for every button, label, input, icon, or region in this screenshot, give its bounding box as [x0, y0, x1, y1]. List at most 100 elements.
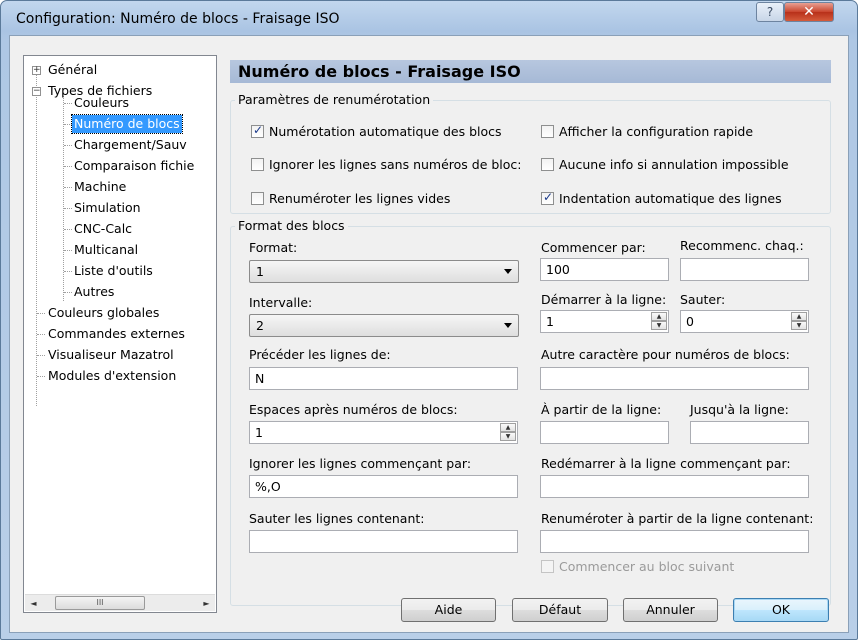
spaces-after-value: 1 [255, 425, 263, 440]
spin-down-icon[interactable]: ▼ [791, 321, 807, 330]
close-button[interactable]: ✕ [784, 2, 834, 22]
spin-down-icon[interactable]: ▼ [500, 432, 516, 441]
tree-item-machine[interactable]: Machine [74, 178, 126, 196]
restart-starting-input[interactable] [540, 475, 809, 498]
tree-item-modules-extension[interactable]: Modules d'extension [48, 367, 176, 385]
tree-item-liste-outils[interactable]: Liste d'outils [74, 262, 153, 280]
renumber-containing-input[interactable] [540, 530, 809, 553]
checkbox-box[interactable] [541, 157, 554, 171]
start-line-label: Démarrer à la ligne: [541, 292, 667, 307]
skip-containing-label: Sauter les lignes contenant: [249, 511, 425, 526]
default-button[interactable]: Défaut [512, 598, 608, 622]
cancel-button[interactable]: Annuler [623, 598, 718, 622]
interval-selected-value: 2 [256, 318, 264, 333]
scroll-left-icon[interactable]: ◄ [25, 595, 42, 612]
tree-horizontal-scrollbar[interactable]: ◄ III ► [25, 594, 215, 611]
ignore-no-numbers-checkbox[interactable]: Ignorer les lignes sans numéros de bloc: [251, 156, 522, 172]
checkbox-box[interactable] [251, 123, 264, 138]
window-title: Configuration: Numéro de blocs - Fraisag… [16, 11, 340, 27]
tree-item-general[interactable]: Général [48, 61, 97, 79]
start-line-value: 1 [546, 314, 554, 329]
tree-item-autres[interactable]: Autres [74, 283, 114, 301]
tree-connector [64, 124, 72, 125]
expand-icon[interactable]: + [32, 66, 41, 75]
skip-stepper[interactable]: 0 ▲ ▼ [680, 310, 809, 333]
scroll-right-icon[interactable]: ► [198, 595, 215, 612]
tree-item-visualiseur-mazatrol[interactable]: Visualiseur Mazatrol [48, 346, 174, 364]
tree-connector [37, 376, 45, 377]
other-char-label: Autre caractère pour numéros de blocs: [541, 347, 790, 362]
start-next-block-checkbox[interactable]: Commencer au bloc suivant [541, 558, 734, 574]
other-char-input[interactable] [540, 367, 809, 390]
tree-connector [64, 145, 72, 146]
auto-numbering-checkbox[interactable]: Numérotation automatique des blocs [251, 123, 502, 139]
skip-spin[interactable]: ▲ ▼ [791, 312, 807, 331]
spin-up-icon[interactable]: ▲ [651, 312, 667, 321]
from-line-input[interactable] [540, 421, 669, 444]
dialog-client-area: + Général − Types de fichiers Couleurs N… [9, 35, 849, 633]
ignore-starting-input[interactable]: %,O [249, 475, 518, 498]
tree-connector [64, 292, 72, 293]
close-icon: ✕ [803, 4, 815, 20]
spaces-after-stepper[interactable]: 1 ▲ ▼ [249, 421, 518, 444]
interval-select[interactable]: 2 [249, 314, 519, 337]
renumber-empty-label: Renuméroter les lignes vides [269, 190, 451, 206]
tree-connector [64, 187, 72, 188]
tree-connector [37, 355, 45, 356]
spin-down-icon[interactable]: ▼ [651, 321, 667, 330]
skip-containing-input[interactable] [249, 530, 518, 553]
scroll-thumb[interactable]: III [55, 596, 145, 610]
start-with-label: Commencer par: [541, 240, 646, 255]
title-bar[interactable]: Configuration: Numéro de blocs - Fraisag… [1, 1, 857, 35]
tree-item-simulation[interactable]: Simulation [74, 199, 141, 217]
quick-config-checkbox[interactable]: Afficher la configuration rapide [541, 123, 753, 139]
tree-connector [37, 313, 45, 314]
tree-item-couleurs[interactable]: Couleurs [74, 94, 129, 112]
spaces-after-label: Espaces après numéros de blocs: [249, 402, 458, 417]
auto-numbering-label: Numérotation automatique des blocs [269, 123, 502, 139]
settings-tree[interactable]: + Général − Types de fichiers Couleurs N… [23, 55, 217, 613]
tree-connector [36, 74, 37, 406]
auto-indent-checkbox[interactable]: Indentation automatique des lignes [541, 190, 782, 206]
start-line-stepper[interactable]: 1 ▲ ▼ [540, 310, 669, 333]
tree-connector [64, 229, 72, 230]
spin-up-icon[interactable]: ▲ [791, 312, 807, 321]
renumbering-group-legend: Paramètres de renumérotation [235, 92, 434, 107]
to-line-input[interactable] [690, 421, 809, 444]
auto-indent-label: Indentation automatique des lignes [559, 190, 782, 206]
restart-each-input[interactable] [680, 258, 809, 281]
prefix-input[interactable]: N [249, 367, 518, 390]
skip-value: 0 [686, 314, 694, 329]
chevron-down-icon [504, 269, 512, 274]
spaces-after-spin[interactable]: ▲ ▼ [500, 423, 516, 442]
tree-item-comparaison[interactable]: Comparaison fichie [74, 157, 194, 175]
checkbox-box[interactable] [251, 191, 264, 205]
start-line-spin[interactable]: ▲ ▼ [651, 312, 667, 331]
format-select[interactable]: 1 [249, 260, 519, 283]
tree-item-chargement[interactable]: Chargement/Sauv [74, 136, 187, 154]
tree-item-numero-blocs[interactable]: Numéro de blocs [71, 114, 183, 134]
tree-item-couleurs-globales[interactable]: Couleurs globales [48, 304, 159, 322]
checkbox-box[interactable] [541, 124, 554, 138]
ok-button[interactable]: OK [733, 598, 829, 622]
no-info-cancel-label: Aucune info si annulation impossible [559, 156, 789, 172]
tree-item-multicanal[interactable]: Multicanal [74, 241, 138, 259]
checkbox-box[interactable] [541, 559, 554, 573]
checkbox-box[interactable] [251, 157, 264, 171]
spin-up-icon[interactable]: ▲ [500, 423, 516, 432]
restart-each-label: Recommenc. chaq.: [680, 238, 804, 253]
help-icon: ? [766, 5, 774, 19]
block-format-group-legend: Format des blocs [235, 218, 348, 233]
help-button[interactable]: Aide [401, 598, 496, 622]
checkbox-box[interactable] [541, 190, 554, 205]
no-info-cancel-checkbox[interactable]: Aucune info si annulation impossible [541, 156, 789, 172]
skip-label: Sauter: [680, 292, 726, 307]
tree-item-commandes-externes[interactable]: Commandes externes [48, 325, 185, 343]
tree-item-cnc-calc[interactable]: CNC-Calc [74, 220, 132, 238]
collapse-icon[interactable]: − [32, 87, 41, 96]
help-title-button[interactable]: ? [756, 2, 784, 22]
start-with-input[interactable]: 100 [540, 258, 669, 281]
tree-connector [64, 271, 72, 272]
renumber-empty-checkbox[interactable]: Renuméroter les lignes vides [251, 190, 450, 206]
prefix-label: Précéder les lignes de: [249, 347, 391, 362]
